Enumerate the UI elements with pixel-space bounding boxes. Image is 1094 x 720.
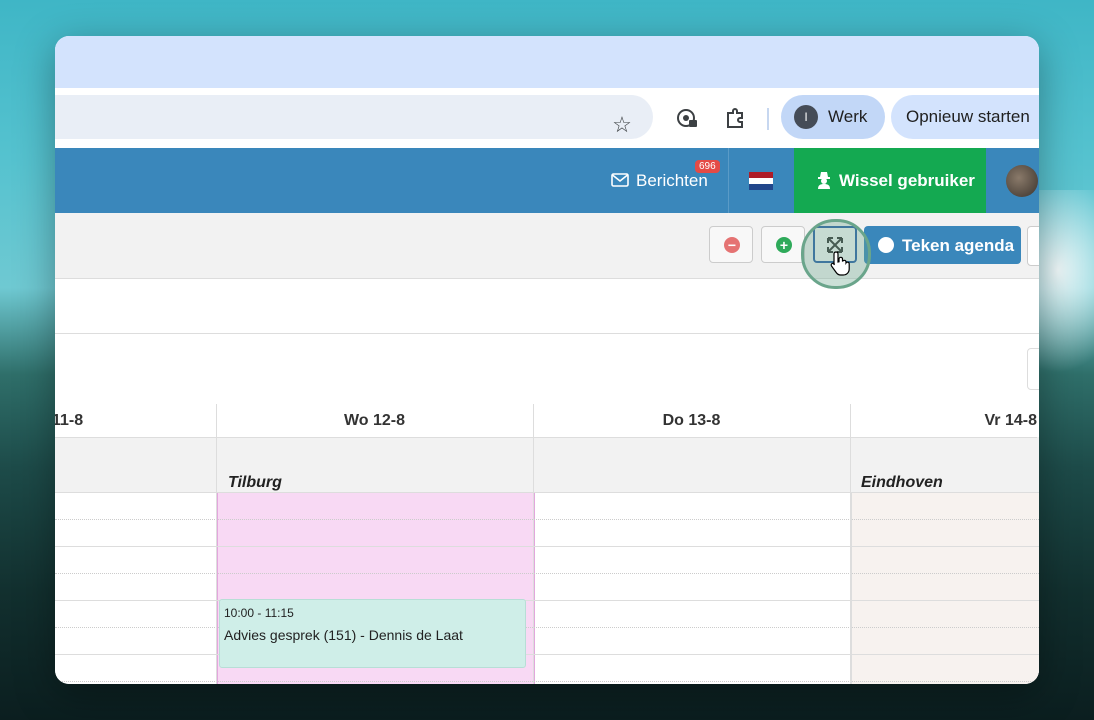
- zoom-in-button[interactable]: +: [761, 226, 805, 263]
- tab-strip: [55, 36, 1039, 88]
- filter-edge-control[interactable]: [1027, 348, 1039, 390]
- location-label: Eindhoven: [861, 474, 943, 491]
- restart-button[interactable]: Opnieuw starten: [891, 95, 1039, 139]
- browser-toolbar: ☆ I Werk Opnieuw starten: [55, 88, 1039, 148]
- day-header[interactable]: Do 13-8: [533, 404, 850, 438]
- zoom-out-button[interactable]: −: [709, 226, 753, 263]
- event-time: 10:00 - 11:15: [224, 606, 294, 620]
- switch-user-label: Wissel gebruiker: [839, 171, 975, 190]
- day-header[interactable]: Vr 14-8: [850, 404, 1037, 438]
- half-hour-line: [55, 681, 1039, 682]
- toolbar-divider: [767, 108, 769, 130]
- column-divider: [850, 404, 851, 684]
- plus-circle-icon: +: [776, 237, 792, 253]
- day-header-label: Vr 14-8: [984, 412, 1037, 429]
- user-secret-icon: [818, 172, 830, 189]
- half-hour-line: [55, 519, 1039, 520]
- column-divider: [533, 404, 534, 684]
- draw-agenda-button[interactable]: Teken agenda: [864, 226, 1021, 264]
- day-header-label: Wo 12-8: [343, 412, 406, 429]
- messages-badge: 696: [695, 160, 720, 173]
- browser-window: ☆ I Werk Opnieuw starten Berichten 696 W…: [55, 36, 1039, 684]
- profile-button[interactable]: I Werk: [781, 95, 885, 139]
- calendar-grid: 11-8 Wo 12-8 Do 13-8 Vr 14-8 Tilburg Ein…: [55, 404, 1039, 684]
- switch-user-button[interactable]: Wissel gebruiker: [794, 148, 986, 213]
- location-label: Tilburg: [228, 474, 282, 491]
- event-title: Advies gesprek (151) - Dennis de Laat: [224, 627, 463, 643]
- hour-line: [55, 546, 1039, 547]
- day-header-label: 11-8: [55, 412, 84, 429]
- minus-circle-icon: −: [724, 237, 740, 253]
- user-avatar[interactable]: [1006, 165, 1038, 197]
- nav-divider: [728, 148, 729, 213]
- dutch-flag-icon[interactable]: [749, 172, 773, 190]
- appointment-event[interactable]: 10:00 - 11:15 Advies gesprek (151) - Den…: [219, 599, 526, 668]
- profile-avatar: I: [794, 105, 818, 129]
- column-divider: [216, 404, 217, 684]
- half-hour-line: [55, 627, 1039, 628]
- filter-row: [55, 334, 1039, 405]
- profile-name: Werk: [828, 107, 868, 126]
- messages-link[interactable]: Berichten 696: [611, 148, 729, 213]
- restart-label: Opnieuw starten: [906, 107, 1030, 126]
- day-block-eindhoven: [851, 492, 1039, 684]
- app-navbar: Berichten 696 Wissel gebruiker: [55, 148, 1039, 213]
- hour-line: [55, 600, 1039, 601]
- hour-line: [55, 492, 1039, 493]
- half-hour-line: [55, 573, 1039, 574]
- bookmark-star-icon[interactable]: ☆: [611, 114, 633, 136]
- messages-label: Berichten: [636, 171, 708, 190]
- agenda-spacer: [55, 279, 1039, 334]
- draw-agenda-label: Teken agenda: [902, 236, 1015, 255]
- extensions-puzzle-icon[interactable]: [723, 105, 749, 131]
- toolbar-edge-button[interactable]: [1027, 226, 1039, 266]
- pointer-hand-icon: [830, 251, 850, 276]
- envelope-icon: [611, 173, 629, 187]
- day-header-label: Do 13-8: [662, 412, 721, 429]
- hour-line: [55, 654, 1039, 655]
- day-header[interactable]: 11-8: [55, 404, 216, 438]
- address-bar[interactable]: ☆: [55, 95, 653, 139]
- agenda-toolbar: − + Teken agenda: [55, 213, 1039, 279]
- check-circle-icon: [878, 237, 894, 253]
- day-header[interactable]: Wo 12-8: [216, 404, 533, 438]
- password-manager-icon[interactable]: [675, 106, 699, 130]
